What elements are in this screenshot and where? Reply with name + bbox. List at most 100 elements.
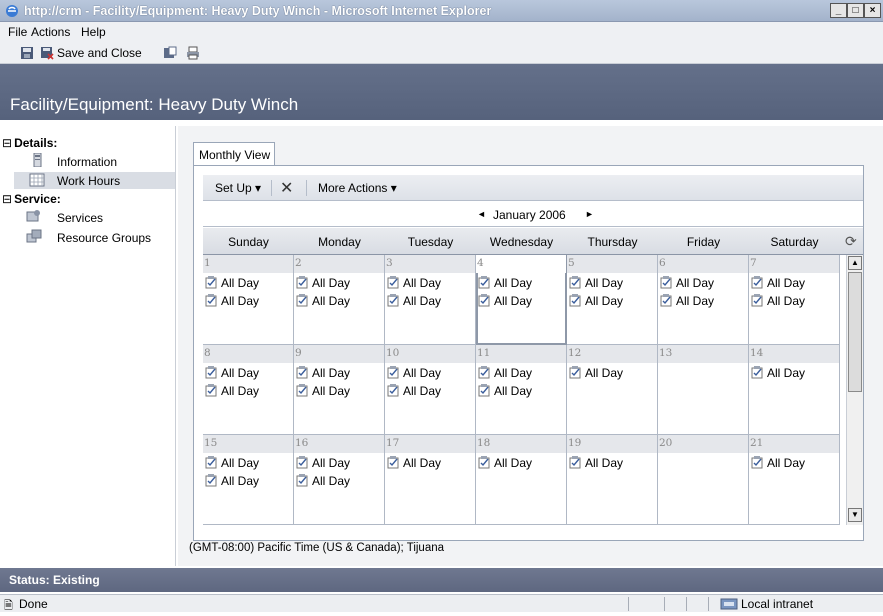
calendar-day-cell[interactable]: 14 All Day [749, 345, 840, 435]
menu-help[interactable]: Help [81, 25, 106, 39]
toolbar: Save and Close [0, 42, 883, 64]
calendar-day-cell[interactable]: 10 All Day All Day [385, 345, 476, 435]
prev-month-icon[interactable]: ◄ [477, 209, 486, 219]
appointment-icon [205, 456, 217, 469]
calendar-event[interactable]: All Day [205, 474, 259, 488]
set-up-menu-button[interactable]: Set Up ▾ [215, 181, 261, 195]
next-month-icon[interactable]: ► [585, 209, 594, 219]
calendar-event[interactable]: All Day [478, 294, 532, 308]
calendar-day-cell[interactable]: 16 All Day All Day [294, 435, 385, 525]
scroll-up-arrow-icon[interactable]: ▲ [848, 256, 862, 270]
calendar-event[interactable]: All Day [296, 276, 350, 290]
calendar-event[interactable]: All Day [387, 276, 441, 290]
calendar-event[interactable]: All Day [296, 294, 350, 308]
calendar-event[interactable]: All Day [205, 384, 259, 398]
calendar-event[interactable]: All Day [205, 294, 259, 308]
calendar-event[interactable]: All Day [387, 294, 441, 308]
calendar-day-cell[interactable]: 5 All Day All Day [567, 255, 658, 345]
calendar-event[interactable]: All Day [387, 366, 441, 380]
calendar-day-cell[interactable]: 8 All Day All Day [203, 345, 294, 435]
appointment-icon [296, 294, 308, 307]
calendar-event[interactable]: All Day [387, 456, 441, 470]
calendar-event[interactable]: All Day [296, 456, 350, 470]
event-label: All Day [767, 456, 806, 470]
calendar-day-cell[interactable]: 13 [658, 345, 749, 435]
collapse-toggle-icon[interactable]: ⊟ [2, 137, 12, 149]
calendar-day-cell[interactable]: 19 All Day [567, 435, 658, 525]
calendar-day-cell[interactable]: 11 All Day All Day [476, 345, 567, 435]
delete-icon[interactable]: ✕ [280, 178, 293, 198]
close-button[interactable]: × [864, 3, 881, 18]
appointment-icon [751, 294, 763, 307]
calendar-event[interactable]: All Day [751, 456, 805, 470]
event-label: All Day [312, 474, 351, 488]
calendar-day-cell[interactable]: 6 All Day All Day [658, 255, 749, 345]
calendar-event[interactable]: All Day [478, 456, 532, 470]
event-label: All Day [403, 294, 442, 308]
calendar-day-cell[interactable]: 7 All Day All Day [749, 255, 840, 345]
menu-file[interactable]: File [8, 25, 27, 39]
calendar-event[interactable]: All Day [569, 294, 623, 308]
appointment-icon [478, 294, 490, 307]
maximize-button[interactable]: □ [847, 3, 864, 18]
calendar-event[interactable]: All Day [751, 294, 805, 308]
calendar-day-cell[interactable]: 18 All Day [476, 435, 567, 525]
calendar-event[interactable]: All Day [569, 276, 623, 290]
appointment-icon [296, 384, 308, 397]
nav-section-details[interactable]: ⊟ Details: [2, 136, 57, 150]
calendar-day-cell[interactable]: 4 All Day All Day [476, 255, 567, 345]
page-title: Facility/Equipment: Heavy Duty Winch [10, 95, 299, 114]
event-label: All Day [494, 384, 533, 398]
calendar-day-cell[interactable]: 2 All Day All Day [294, 255, 385, 345]
calendar-day-cell[interactable]: 1 All Day All Day [203, 255, 294, 345]
nav-section-service[interactable]: ⊟ Service: [2, 192, 61, 206]
appointment-icon [296, 366, 308, 379]
calendar-day-cell[interactable]: 17 All Day [385, 435, 476, 525]
more-actions-menu-button[interactable]: More Actions ▾ [318, 181, 397, 195]
calendar-event[interactable]: All Day [205, 456, 259, 470]
calendar-event[interactable]: All Day [751, 276, 805, 290]
nav-item-services[interactable]: Services [57, 211, 103, 225]
refresh-icon[interactable]: ⟳ [845, 233, 857, 250]
calendar-scrollbar[interactable]: ▲ ▼ [846, 255, 863, 525]
calendar-day-cell[interactable]: 12 All Day [567, 345, 658, 435]
event-label: All Day [767, 366, 806, 380]
day-number: 12 [567, 345, 657, 363]
calendar-day-cell[interactable]: 3 All Day All Day [385, 255, 476, 345]
calendar-day-cell[interactable]: 21 All Day [749, 435, 840, 525]
calendar-day-cell[interactable]: 15 All Day All Day [203, 435, 294, 525]
calendar-event[interactable]: All Day [478, 384, 532, 398]
tab-monthly-view[interactable]: Monthly View [193, 142, 275, 166]
calendar-event[interactable]: All Day [660, 276, 714, 290]
save-and-new-icon[interactable] [163, 46, 177, 60]
calendar-event[interactable]: All Day [296, 366, 350, 380]
calendar-event[interactable]: All Day [205, 276, 259, 290]
calendar-event[interactable]: All Day [751, 366, 805, 380]
print-icon[interactable] [186, 46, 200, 60]
status-divider [628, 597, 629, 611]
calendar-event[interactable]: All Day [569, 456, 623, 470]
calendar-event[interactable]: All Day [296, 384, 350, 398]
save-icon[interactable] [20, 46, 34, 60]
calendar-day-cell[interactable]: 9 All Day All Day [294, 345, 385, 435]
scroll-thumb[interactable] [848, 272, 862, 392]
calendar-event[interactable]: All Day [569, 366, 623, 380]
appointment-icon [660, 294, 672, 307]
scroll-down-arrow-icon[interactable]: ▼ [848, 508, 862, 522]
nav-item-information[interactable]: Information [57, 155, 117, 169]
menu-actions[interactable]: Actions [31, 25, 70, 39]
calendar-event[interactable]: All Day [296, 474, 350, 488]
save-and-close-button[interactable]: Save and Close [57, 46, 142, 60]
calendar-event[interactable]: All Day [478, 366, 532, 380]
calendar-event[interactable]: All Day [205, 366, 259, 380]
nav-item-resource-groups[interactable]: Resource Groups [57, 231, 151, 245]
calendar-day-cell[interactable]: 20 [658, 435, 749, 525]
calendar-event[interactable]: All Day [660, 294, 714, 308]
nav-item-work-hours[interactable]: Work Hours [57, 174, 120, 188]
calendar-event[interactable]: All Day [478, 276, 532, 290]
appointment-icon [205, 294, 217, 307]
save-and-close-icon[interactable] [40, 46, 54, 60]
minimize-button[interactable]: _ [830, 3, 847, 18]
collapse-toggle-icon[interactable]: ⊟ [2, 193, 12, 205]
calendar-event[interactable]: All Day [387, 384, 441, 398]
